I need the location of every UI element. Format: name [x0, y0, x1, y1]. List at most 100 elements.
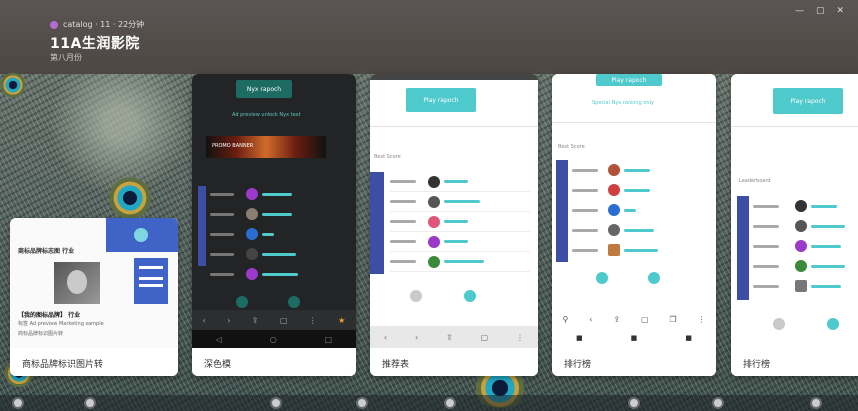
prev-page-button[interactable] [410, 290, 422, 302]
row-name [811, 224, 845, 228]
app-preview-card[interactable]: 商标品牌标志图 行业 【我的图标品牌】 行业 标签 Ad preview Mar… [10, 218, 178, 376]
menu-icon[interactable]: ⋮ [309, 316, 317, 325]
taskbar-app-icon[interactable] [84, 397, 96, 409]
app-preview-card[interactable]: Play rapoch Leaderboard 排行榜 [731, 74, 858, 376]
tabs-icon[interactable]: ▢ [280, 316, 288, 325]
card-preview: 商标品牌标志图 行业 【我的图标品牌】 行业 标签 Ad preview Mar… [10, 218, 178, 348]
taskbar-app-icon[interactable] [628, 397, 640, 409]
prev-page-button[interactable] [596, 272, 608, 284]
prev-page-button[interactable] [773, 318, 785, 330]
next-page-button[interactable] [648, 272, 660, 284]
next-page-button[interactable] [288, 296, 300, 308]
card-caption: 排行榜 [731, 348, 858, 376]
card-caption: 排行榜 [552, 348, 716, 376]
minimize-icon[interactable]: — [795, 6, 804, 16]
list-item[interactable] [390, 232, 530, 252]
close-icon[interactable]: ✕ [836, 6, 844, 16]
play-button[interactable]: Play rapoch [773, 88, 843, 114]
promo-banner[interactable]: PROMO BANNER [206, 136, 326, 158]
list-item[interactable] [572, 160, 712, 180]
nav-recent-icon[interactable]: ■ [685, 334, 692, 342]
link-text[interactable]: Ad preview unlock Nyx text [232, 112, 301, 118]
play-button[interactable]: Play rapoch [596, 74, 662, 86]
portrait-face [67, 270, 87, 294]
list-item[interactable] [753, 196, 857, 216]
forward-icon[interactable]: › [415, 333, 418, 342]
taskbar-app-icon[interactable] [810, 397, 822, 409]
list-item[interactable] [210, 224, 350, 244]
row-name [444, 260, 484, 263]
row-label [572, 248, 598, 252]
prev-page-button[interactable] [236, 296, 248, 308]
list-item[interactable] [753, 236, 857, 256]
share-icon[interactable]: ⇪ [252, 316, 259, 325]
copy-icon[interactable]: ❐ [669, 315, 676, 324]
nav-recent-icon[interactable]: □ [325, 335, 333, 344]
bookmark-icon[interactable]: ★ [338, 316, 345, 325]
list-item[interactable] [572, 180, 712, 200]
tabs-icon[interactable]: ▢ [641, 315, 649, 324]
page-subtitle: 第八月份 [50, 53, 82, 62]
header-meta-text: catalog · 11 · 22分钟 [63, 20, 145, 29]
list-item[interactable] [753, 216, 857, 236]
list-item[interactable] [210, 244, 350, 264]
nav-home-icon[interactable]: ○ [270, 335, 277, 344]
play-button[interactable]: Nyx rapoch [236, 80, 292, 98]
avatar [428, 175, 440, 188]
start-icon[interactable] [12, 397, 24, 409]
nav-home-icon[interactable]: ■ [631, 334, 638, 342]
list-item[interactable] [753, 276, 857, 296]
share-icon[interactable]: ⇪ [613, 315, 620, 324]
taskbar-app-icon[interactable] [270, 397, 282, 409]
back-icon[interactable]: ‹ [384, 333, 387, 342]
nav-back-icon[interactable]: ■ [576, 334, 583, 342]
row-name [811, 284, 841, 288]
row-name [262, 212, 292, 216]
tabs-icon[interactable]: ▢ [481, 333, 489, 342]
menu-icon[interactable]: ⋮ [697, 315, 705, 324]
nav-back-icon[interactable]: ◁ [216, 335, 222, 344]
link-text[interactable]: Special Nyx ranking only [592, 100, 654, 106]
row-name [811, 244, 841, 248]
list-item[interactable] [572, 220, 712, 240]
back-icon[interactable]: ‹ [589, 315, 592, 324]
row-label [390, 180, 416, 183]
list-item[interactable] [572, 240, 712, 260]
card-preview: Play rapoch Special Nyx ranking only Bes… [552, 74, 716, 348]
list-item[interactable] [390, 212, 530, 232]
browser-toolbar: ⚲ ‹ ⇪ ▢ ❐ ⋮ [552, 310, 716, 328]
row-name [624, 188, 650, 192]
app-preview-card[interactable]: Play rapoch Special Nyx ranking only Bes… [552, 74, 716, 376]
next-page-button[interactable] [827, 318, 839, 330]
menu-icon[interactable]: ⋮ [516, 333, 524, 342]
list-item[interactable] [390, 252, 530, 272]
row-name [444, 180, 468, 183]
rank-rail [737, 196, 749, 300]
row-label [753, 224, 779, 228]
avatar [246, 268, 258, 280]
list-item[interactable] [753, 256, 857, 276]
next-page-button[interactable] [464, 290, 476, 302]
row-name [444, 220, 468, 223]
list-item[interactable] [390, 172, 530, 192]
avatar [246, 228, 258, 240]
avatar [608, 164, 620, 176]
taskbar-app-icon[interactable] [356, 397, 368, 409]
list-item[interactable] [210, 204, 350, 224]
share-icon[interactable]: ⇪ [446, 333, 453, 342]
app-preview-card[interactable]: Play rapoch Best Score ‹ › ⇪ ▢ ⋮ 推荐表 [370, 74, 538, 376]
search-icon[interactable]: ⚲ [562, 315, 568, 324]
list-item[interactable] [210, 184, 350, 204]
play-button[interactable]: Play rapoch [406, 88, 476, 112]
forward-icon[interactable]: › [227, 316, 230, 325]
restore-icon[interactable]: ▢ [816, 6, 825, 16]
app-preview-card[interactable]: Nyx rapoch Ad preview unlock Nyx text PR… [192, 74, 356, 376]
taskbar-app-icon[interactable] [712, 397, 724, 409]
list-item[interactable] [390, 192, 530, 212]
row-label [210, 192, 234, 196]
taskbar-app-icon[interactable] [444, 397, 456, 409]
list-item[interactable] [210, 264, 350, 284]
list-item[interactable] [572, 200, 712, 220]
back-icon[interactable]: ‹ [203, 316, 206, 325]
row-label [753, 284, 779, 288]
